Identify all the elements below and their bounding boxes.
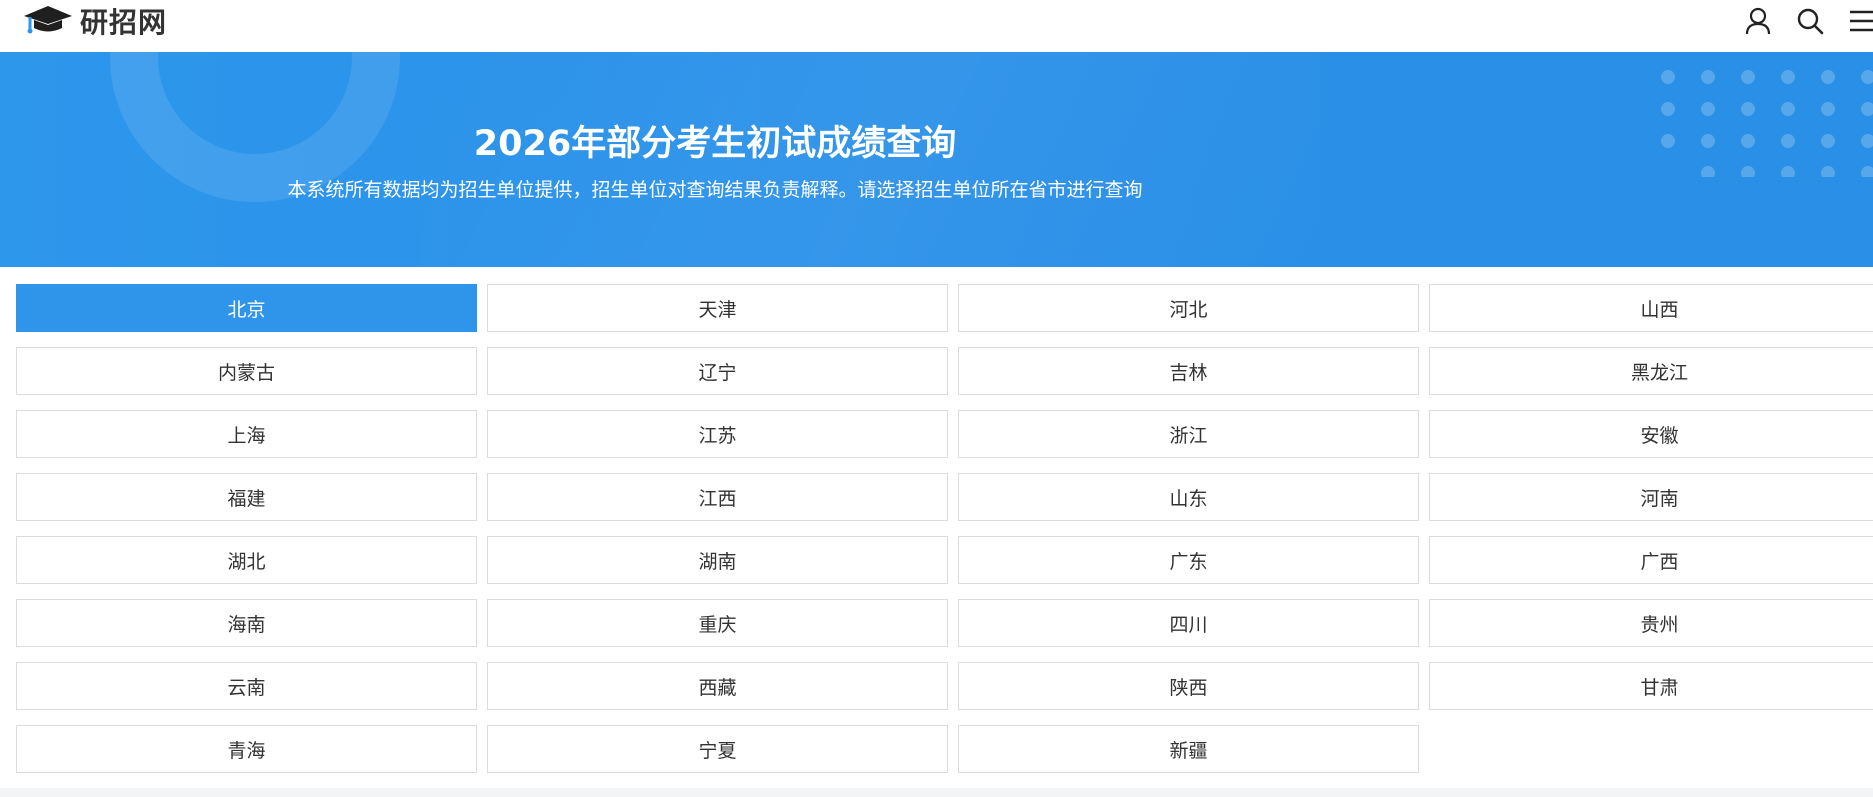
province-button[interactable]: 宁夏 [487,725,948,773]
province-button[interactable]: 青海 [16,725,477,773]
province-button[interactable]: 山东 [958,473,1419,521]
search-icon[interactable] [1795,6,1825,36]
province-button[interactable]: 内蒙古 [16,347,477,395]
page-subtitle: 本系统所有数据均为招生单位提供，招生单位对查询结果负责解释。请选择招生单位所在省… [287,179,1143,201]
site-logo[interactable]: 研招网 [22,2,167,40]
header-actions [1743,6,1873,36]
province-button[interactable]: 上海 [16,410,477,458]
top-header: 研招网 [0,0,1873,52]
province-button[interactable]: 贵州 [1429,599,1873,647]
province-button[interactable]: 云南 [16,662,477,710]
province-button[interactable]: 甘肃 [1429,662,1873,710]
province-button[interactable]: 山西 [1429,284,1873,332]
province-button[interactable]: 湖北 [16,536,477,584]
province-button[interactable]: 吉林 [958,347,1419,395]
province-button[interactable]: 河北 [958,284,1419,332]
province-button[interactable]: 海南 [16,599,477,647]
graduation-cap-icon [22,2,74,40]
footer-strip [0,788,1873,797]
province-button[interactable]: 浙江 [958,410,1419,458]
province-button[interactable]: 重庆 [487,599,948,647]
province-button[interactable]: 湖南 [487,536,948,584]
province-button[interactable]: 河南 [1429,473,1873,521]
province-button[interactable]: 新疆 [958,725,1419,773]
province-button[interactable]: 天津 [487,284,948,332]
province-button[interactable]: 辽宁 [487,347,948,395]
province-button[interactable]: 四川 [958,599,1419,647]
hero-banner: 2026年部分考生初试成绩查询 本系统所有数据均为招生单位提供，招生单位对查询结… [0,52,1873,267]
logo-text: 研招网 [80,6,168,39]
province-button[interactable]: 广西 [1429,536,1873,584]
province-button[interactable]: 福建 [16,473,477,521]
page-title: 2026年部分考生初试成绩查询 [473,124,957,164]
province-button[interactable]: 陕西 [958,662,1419,710]
province-button[interactable]: 江西 [487,473,948,521]
province-button[interactable]: 广东 [958,536,1419,584]
user-icon[interactable] [1743,6,1773,36]
province-button[interactable]: 黑龙江 [1429,347,1873,395]
province-button[interactable]: 北京 [16,284,477,332]
menu-icon[interactable] [1847,6,1873,36]
decorative-dots-icon [1661,70,1873,177]
province-button[interactable]: 安徽 [1429,410,1873,458]
province-button[interactable]: 江苏 [487,410,948,458]
province-button[interactable]: 西藏 [487,662,948,710]
province-grid: 北京 天津 河北 山西内蒙古 辽宁 吉林 黑龙江上海 江苏 浙江 安徽福建 江西 山东 河南湖北 湖南 广东… [16,284,1873,773]
